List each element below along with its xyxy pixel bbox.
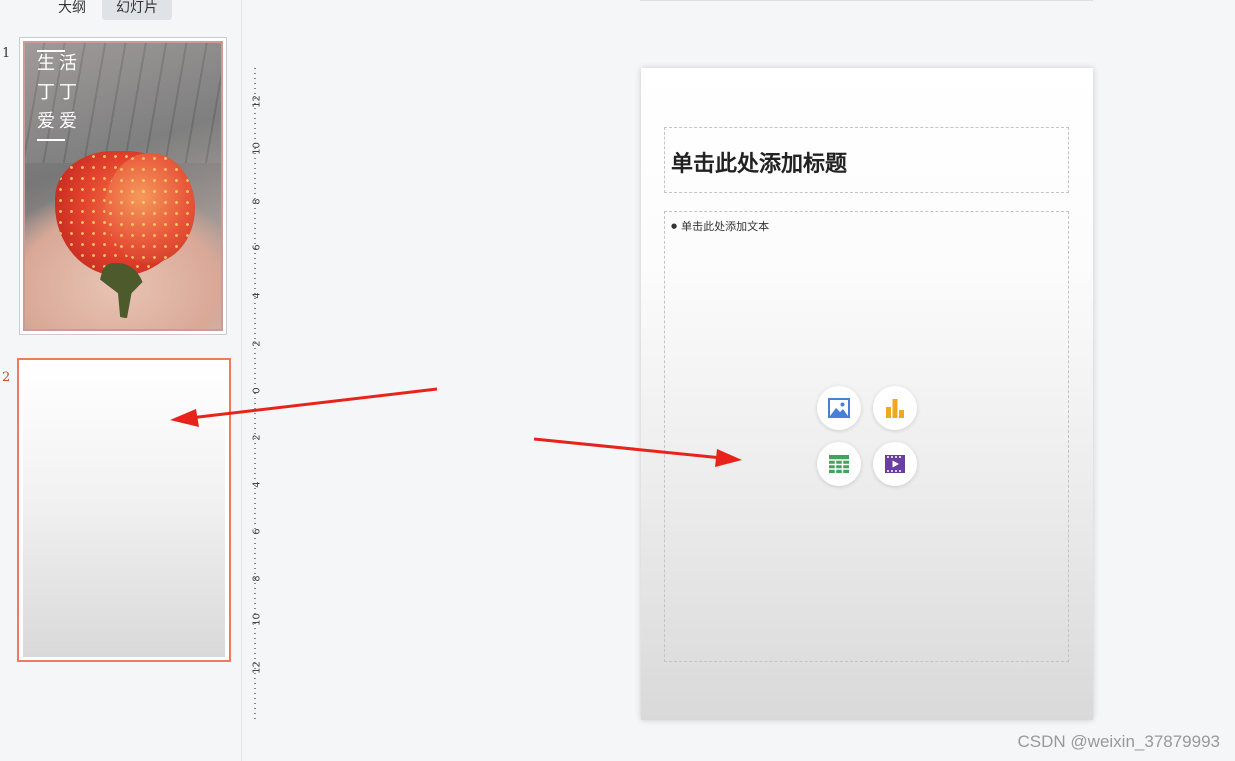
ruler-label: 6 (251, 528, 263, 535)
caption-line-3: 爱爱 (37, 111, 81, 132)
ruler-label: 4 (251, 481, 263, 488)
caption-line-2: 丁丁 (37, 82, 81, 103)
insert-table-icon (829, 455, 849, 473)
insert-picture-icon (828, 398, 850, 418)
panel-tabs: 大纲 幻灯片 (0, 0, 241, 20)
ruler-label: 2 (251, 340, 263, 347)
content-placeholder[interactable]: 单击此处添加文本 (664, 211, 1069, 662)
ruler-label: 2 (251, 434, 263, 441)
ruler-label: 10 (251, 613, 263, 626)
insert-table-button[interactable] (817, 442, 861, 486)
ruler-label: 12 (251, 661, 263, 674)
slide-panel: 大纲 幻灯片 1 生活 丁丁 爱爱 2 (0, 0, 242, 761)
ruler-label: 10 (251, 142, 263, 155)
canvas-top-edge (640, 0, 1093, 1)
tab-slides[interactable]: 幻灯片 (102, 0, 172, 20)
slide-thumbnail-2-selected[interactable] (17, 358, 231, 662)
content-placeholder-text: 单击此处添加文本 (671, 218, 769, 234)
insert-chart-button[interactable] (873, 386, 917, 430)
ruler-label: 4 (251, 292, 263, 299)
slide-number-2: 2 (2, 370, 11, 385)
insert-picture-button[interactable] (817, 386, 861, 430)
thumbnail-caption: 生活 丁丁 爱爱 (37, 49, 81, 136)
caption-line-1: 生活 (37, 53, 81, 74)
ruler-label: 0 (251, 387, 263, 394)
strawberry-photo: 生活 丁丁 爱爱 (23, 41, 223, 331)
slide-canvas[interactable]: 单击此处添加标题 单击此处添加文本 (641, 68, 1093, 720)
ruler-label: 8 (251, 575, 263, 582)
insert-video-button[interactable] (873, 442, 917, 486)
watermark: CSDN @weixin_37879993 (1017, 732, 1220, 751)
vertical-ruler[interactable]: 12 10 8 6 4 2 0 2 4 6 8 10 12 (248, 68, 263, 720)
slide-number-1: 1 (2, 46, 11, 61)
title-placeholder-text: 单击此处添加标题 (671, 152, 848, 177)
insert-chart-icon (886, 399, 904, 418)
tab-outline[interactable]: 大纲 (46, 0, 98, 20)
ruler-label: 8 (251, 198, 263, 205)
title-placeholder[interactable]: 单击此处添加标题 (664, 127, 1069, 193)
ruler-label: 12 (251, 95, 263, 108)
slide-thumbnail-1[interactable]: 生活 丁丁 爱爱 (19, 37, 227, 335)
insert-video-icon (885, 455, 905, 473)
ruler-label: 6 (251, 244, 263, 251)
